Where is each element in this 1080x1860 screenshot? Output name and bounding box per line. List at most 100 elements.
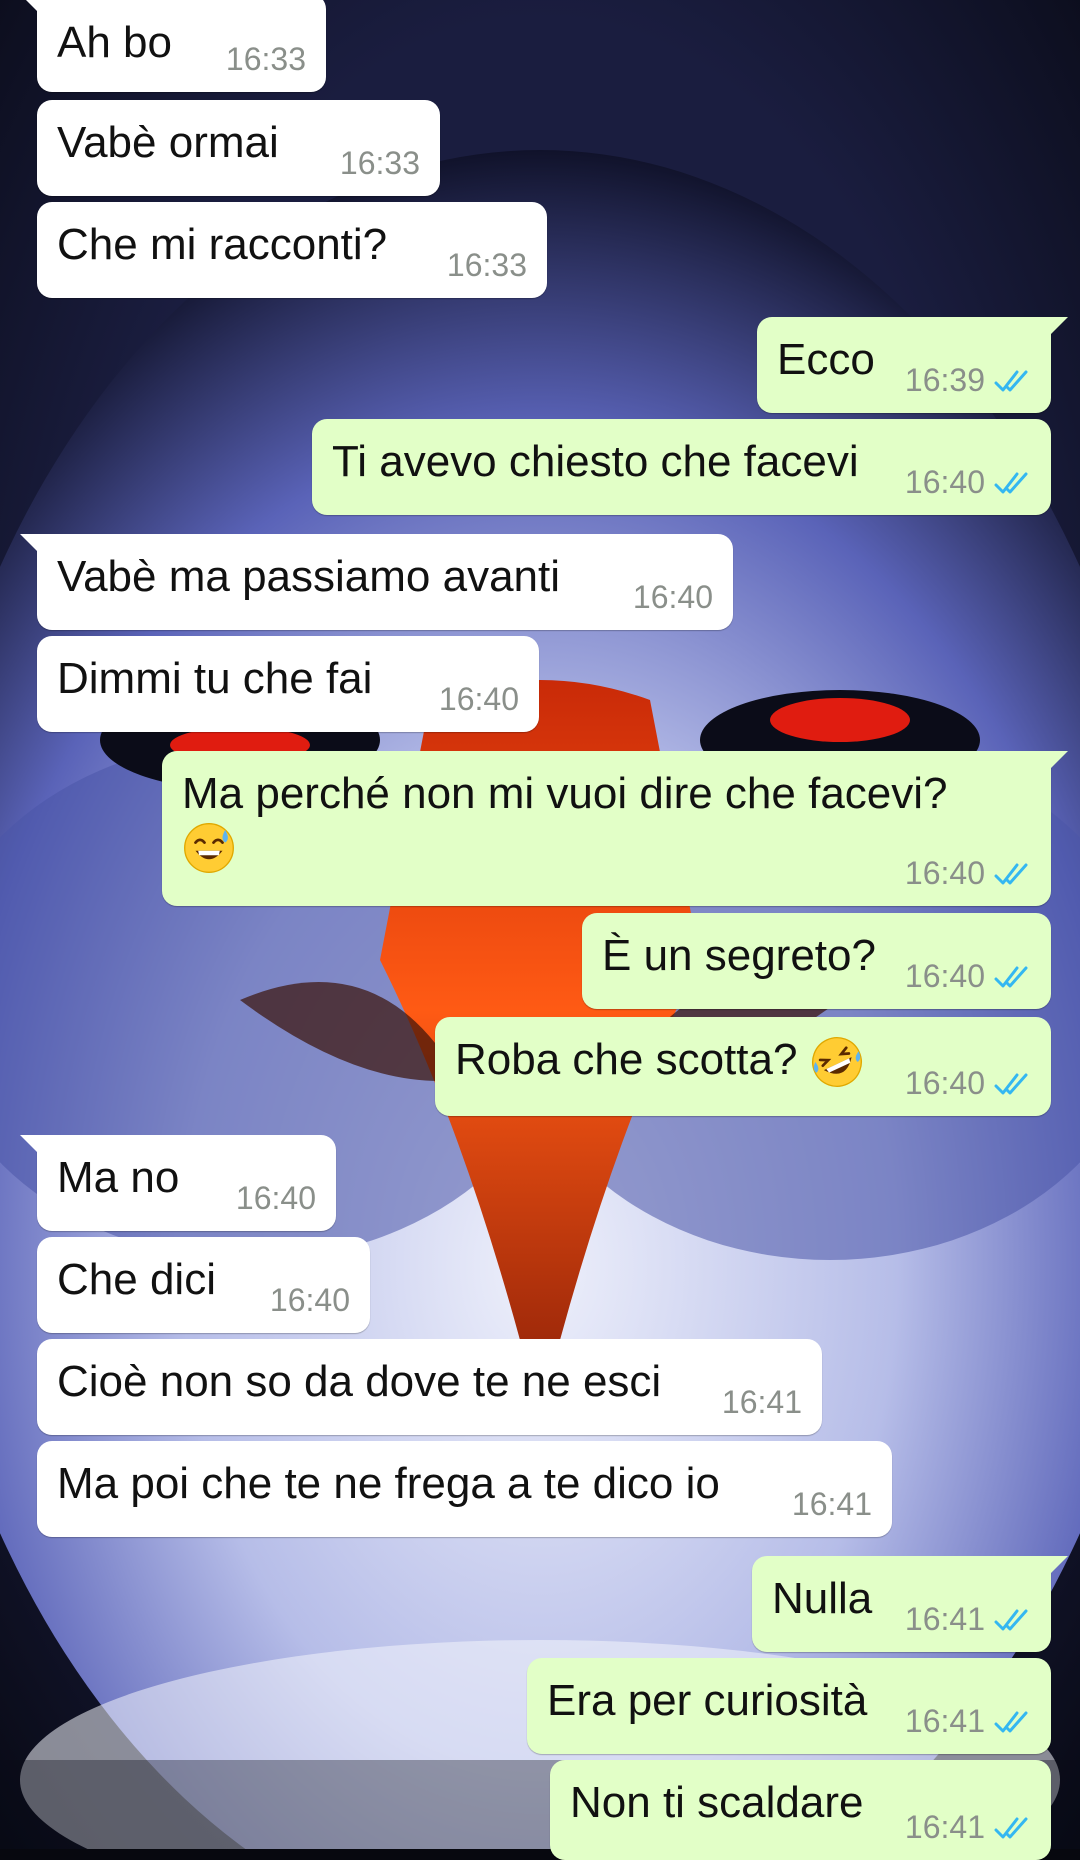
message-timestamp: 16:33 <box>226 41 306 78</box>
message-text-content: Vabè ma passiamo avanti <box>57 552 561 601</box>
timestamp-text: 16:40 <box>632 579 713 615</box>
message-timestamp: 16:40 <box>439 681 519 718</box>
timestamp-text: 16:40 <box>438 681 519 717</box>
message-text-content: Che mi racconti? <box>57 220 388 269</box>
message-timestamp: 16:33 <box>340 145 420 182</box>
incoming-message-bubble[interactable]: Cioè non so da dove te ne esci 16:41 <box>37 1339 822 1435</box>
message-text-content: Ma poi che te ne frega a te dico io <box>57 1459 720 1508</box>
rofl-emoji-icon <box>811 1037 862 1088</box>
incoming-message-bubble[interactable]: Dimmi tu che fai 16:40 <box>37 636 539 732</box>
message-text: Nulla <box>772 1573 872 1625</box>
message-text-content: Cioè non so da dove te ne esci <box>57 1357 662 1406</box>
timestamp-text: 16:41 <box>721 1384 802 1420</box>
outgoing-message-bubble[interactable]: Ti avevo chiesto che facevi 16:40 <box>312 419 1051 515</box>
message-text: Che dici <box>57 1254 216 1306</box>
incoming-message-bubble[interactable]: Che mi racconti? 16:33 <box>37 202 547 298</box>
message-text: Dimmi tu che fai <box>57 653 372 705</box>
message-text: Ma poi che te ne frega a te dico io <box>57 1458 720 1510</box>
timestamp-text: 16:39 <box>904 362 985 398</box>
message-text: Che mi racconti? <box>57 219 387 271</box>
timestamp-text: 16:40 <box>904 1065 985 1101</box>
timestamp-text: 16:41 <box>904 1703 985 1739</box>
message-text: Ah bo <box>57 17 172 69</box>
incoming-message-bubble[interactable]: Che dici 16:40 <box>37 1237 370 1333</box>
timestamp-text: 16:41 <box>904 1809 985 1845</box>
outgoing-message-bubble[interactable]: Non ti scaldare 16:41 <box>550 1760 1051 1860</box>
message-timestamp: 16:41 <box>905 1809 1033 1846</box>
message-text-content: Ecco <box>777 335 875 384</box>
message-timestamp: 16:33 <box>447 247 527 284</box>
bubble-tail <box>1050 751 1068 769</box>
message-timestamp: 16:40 <box>905 1065 1033 1102</box>
incoming-message-bubble[interactable]: Ma poi che te ne frega a te dico io 16:41 <box>37 1441 892 1537</box>
message-text-content: È un segreto? <box>602 931 876 980</box>
timestamp-text: 16:41 <box>904 1601 985 1637</box>
read-receipt-icon <box>994 472 1028 493</box>
message-text: Roba che scotta? <box>455 1034 864 1089</box>
outgoing-message-bubble[interactable]: Ma perché non mi vuoi dire che facevi? 1… <box>162 751 1068 906</box>
bubble-tail <box>1050 1556 1068 1574</box>
outgoing-message-bubble[interactable]: Roba che scotta? 16:40 <box>435 1017 1051 1116</box>
message-timestamp: 16:41 <box>905 1703 1033 1740</box>
sweat-smile-emoji-icon <box>184 823 234 874</box>
bubble-tail <box>20 534 38 552</box>
incoming-message-bubble[interactable]: Vabè ma passiamo avanti 16:40 <box>20 534 733 630</box>
message-text-content: Ah bo <box>57 18 172 67</box>
timestamp-text: 16:33 <box>446 247 527 283</box>
message-text-content: Vabè ormai <box>57 118 279 167</box>
message-timestamp: 16:40 <box>633 579 713 616</box>
read-receipt-icon <box>994 966 1028 987</box>
read-receipt-icon <box>994 863 1028 884</box>
read-receipt-icon <box>994 1711 1028 1732</box>
timestamp-text: 16:40 <box>269 1282 350 1318</box>
read-receipt-icon <box>994 370 1028 391</box>
timestamp-text: 16:33 <box>225 41 306 77</box>
incoming-message-bubble[interactable]: Ah bo 16:33 <box>20 0 326 92</box>
message-text-content: Ma no <box>57 1153 180 1202</box>
message-timestamp: 16:40 <box>905 464 1033 501</box>
message-timestamp: 16:39 <box>905 362 1033 399</box>
message-text: Non ti scaldare <box>570 1777 863 1829</box>
message-text: Cioè non so da dove te ne esci <box>57 1356 661 1408</box>
outgoing-message-bubble[interactable]: Era per curiosità 16:41 <box>527 1658 1051 1754</box>
message-text-content: Era per curiosità <box>547 1676 868 1725</box>
timestamp-text: 16:40 <box>904 855 985 891</box>
message-text-content: Roba che scotta? <box>455 1035 798 1084</box>
timestamp-text: 16:40 <box>235 1180 316 1216</box>
message-text: Ti avevo chiesto che facevi <box>332 436 859 488</box>
outgoing-message-bubble[interactable]: Nulla 16:41 <box>752 1556 1068 1652</box>
read-receipt-icon <box>994 1073 1028 1094</box>
outgoing-message-bubble[interactable]: È un segreto? 16:40 <box>582 913 1051 1009</box>
message-text-content: Dimmi tu che fai <box>57 654 373 703</box>
message-text-content: Nulla <box>772 1574 873 1623</box>
bubble-tail <box>20 1135 38 1153</box>
message-text: Ma perché non mi vuoi dire che facevi? <box>182 768 1031 875</box>
incoming-message-bubble[interactable]: Ma no 16:40 <box>20 1135 336 1231</box>
message-text: Vabè ormai <box>57 117 279 169</box>
bubble-tail <box>1050 317 1068 335</box>
message-text-content: Ti avevo chiesto che facevi <box>332 437 859 486</box>
timestamp-text: 16:40 <box>904 958 985 994</box>
message-timestamp: 16:41 <box>905 1601 1033 1638</box>
read-receipt-icon <box>994 1609 1028 1630</box>
message-text: Era per curiosità <box>547 1675 867 1727</box>
message-text-content: Ma perché non mi vuoi dire che facevi? <box>182 769 948 818</box>
timestamp-text: 16:33 <box>339 145 420 181</box>
message-timestamp: 16:40 <box>905 958 1033 995</box>
message-timestamp: 16:41 <box>722 1384 802 1421</box>
bubble-tail <box>20 0 38 12</box>
read-receipt-icon <box>994 1817 1028 1838</box>
message-text: Ecco <box>777 334 875 386</box>
message-text: Vabè ma passiamo avanti <box>57 551 560 603</box>
outgoing-message-bubble[interactable]: Ecco 16:39 <box>757 317 1068 413</box>
incoming-message-bubble[interactable]: Vabè ormai 16:33 <box>37 100 440 196</box>
timestamp-text: 16:41 <box>791 1486 872 1522</box>
message-text: Ma no <box>57 1152 179 1204</box>
message-text-content: Non ti scaldare <box>570 1778 864 1827</box>
message-text-content: Che dici <box>57 1255 216 1304</box>
timestamp-text: 16:40 <box>904 464 985 500</box>
message-timestamp: 16:40 <box>236 1180 316 1217</box>
message-timestamp: 16:40 <box>270 1282 350 1319</box>
message-timestamp: 16:40 <box>905 855 1033 892</box>
message-text: È un segreto? <box>602 930 876 982</box>
